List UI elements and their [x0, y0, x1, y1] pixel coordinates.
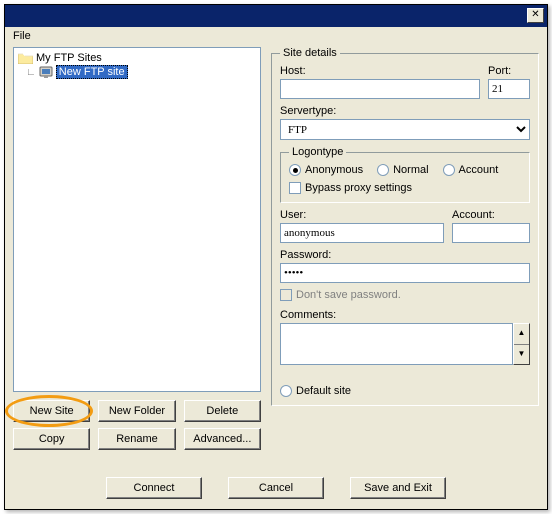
radio-account[interactable]: Account [443, 164, 499, 176]
scroll-down-icon[interactable]: ▼ [514, 345, 529, 365]
radio-account-label: Account [459, 164, 499, 176]
tree-root[interactable]: My FTP Sites [18, 52, 256, 64]
comments-label: Comments: [280, 309, 530, 321]
password-label: Password: [280, 249, 530, 261]
tree-root-label: My FTP Sites [36, 52, 102, 64]
new-folder-button[interactable]: New Folder [98, 400, 175, 422]
site-details-group: Site details Host: Port: Servertype: [271, 47, 539, 406]
folder-icon [18, 52, 33, 64]
site-manager-dialog: ✕ File My FTP Sites ∟ [4, 4, 548, 510]
radio-anonymous[interactable]: Anonymous [289, 164, 363, 176]
tree-connector: ∟ [26, 67, 35, 78]
advanced-button[interactable]: Advanced... [184, 428, 261, 450]
radio-anonymous-label: Anonymous [305, 164, 363, 176]
close-button[interactable]: ✕ [527, 8, 544, 23]
menubar: File [5, 27, 547, 48]
radio-dot-icon [443, 164, 455, 176]
servertype-label: Servertype: [280, 105, 530, 117]
tree-item-label: New FTP site [56, 65, 128, 79]
copy-button[interactable]: Copy [13, 428, 90, 450]
save-and-exit-button[interactable]: Save and Exit [350, 477, 446, 499]
comments-textarea[interactable] [280, 323, 513, 365]
delete-button[interactable]: Delete [184, 400, 261, 422]
rename-button[interactable]: Rename [98, 428, 175, 450]
new-site-button[interactable]: New Site [13, 400, 90, 422]
servertype-select[interactable]: FTP [280, 119, 530, 140]
site-icon [39, 66, 53, 79]
titlebar: ✕ [5, 5, 547, 27]
password-input[interactable] [280, 263, 530, 283]
default-site-radio[interactable]: Default site [280, 385, 530, 397]
port-label: Port: [488, 65, 530, 77]
logontype-legend: Logontype [289, 146, 346, 158]
user-input[interactable] [280, 223, 444, 243]
dont-save-password-checkbox: Don't save password. [280, 289, 530, 301]
logontype-group: Logontype Anonymous Normal [280, 146, 530, 203]
user-label: User: [280, 209, 444, 221]
radio-dot-icon [377, 164, 389, 176]
port-input[interactable] [488, 79, 530, 99]
menu-file[interactable]: File [13, 30, 31, 42]
site-details-legend: Site details [280, 47, 340, 59]
radio-normal-label: Normal [393, 164, 428, 176]
bypass-proxy-label: Bypass proxy settings [305, 182, 412, 194]
account-label: Account: [452, 209, 530, 221]
default-site-label: Default site [296, 385, 351, 397]
account-input[interactable] [452, 223, 530, 243]
sites-tree[interactable]: My FTP Sites ∟ New FTP site [13, 47, 261, 392]
connect-button[interactable]: Connect [106, 477, 202, 499]
host-label: Host: [280, 65, 480, 77]
checkbox-icon [289, 182, 301, 194]
radio-dot-icon [280, 385, 292, 397]
checkbox-icon [280, 289, 292, 301]
tree-item[interactable]: ∟ New FTP site [26, 65, 256, 79]
comments-scrollbar[interactable]: ▲ ▼ [513, 323, 530, 365]
radio-normal[interactable]: Normal [377, 164, 428, 176]
bypass-proxy-checkbox[interactable]: Bypass proxy settings [289, 182, 521, 194]
radio-dot-icon [289, 164, 301, 176]
host-input[interactable] [280, 79, 480, 99]
scroll-up-icon[interactable]: ▲ [514, 324, 529, 345]
cancel-button[interactable]: Cancel [228, 477, 324, 499]
dont-save-label: Don't save password. [296, 289, 401, 301]
